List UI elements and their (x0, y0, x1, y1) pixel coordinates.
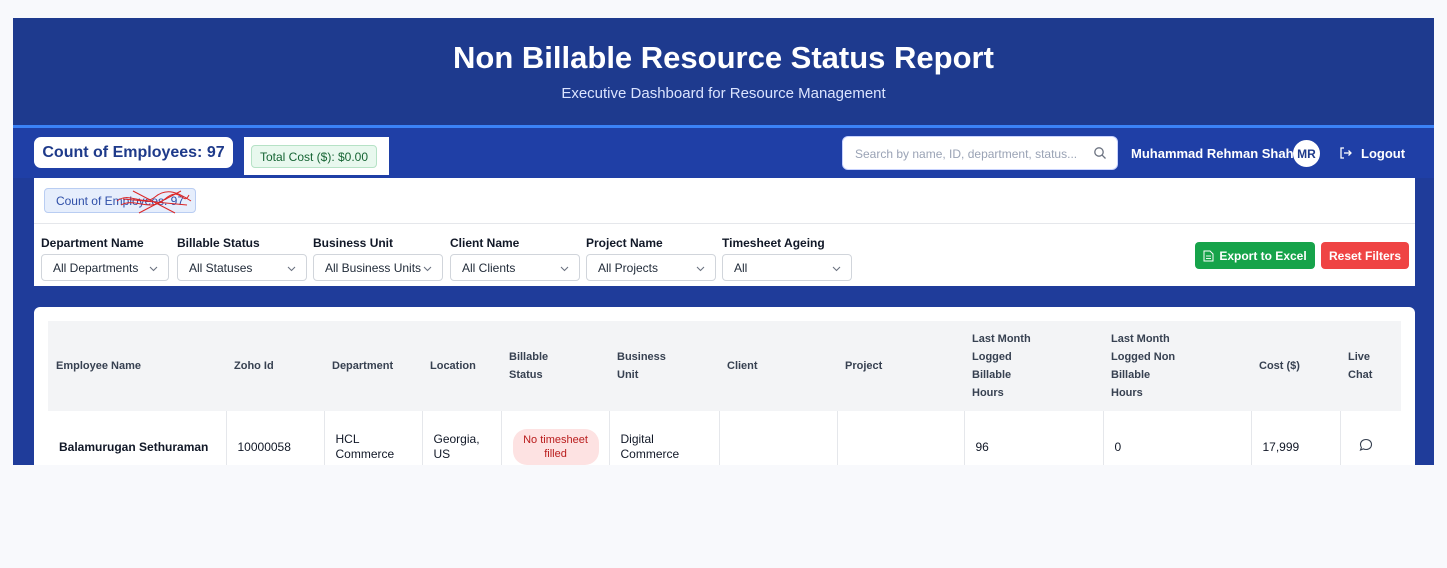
chevron-down-icon (423, 266, 432, 272)
avatar[interactable]: MR (1293, 140, 1320, 167)
column-header[interactable]: Client (719, 321, 837, 411)
department-select[interactable]: All Departments (41, 254, 169, 281)
resource-table: Employee Name Zoho Id Department Locatio… (48, 321, 1401, 465)
chat-bubble-icon[interactable] (1359, 438, 1373, 452)
employee-count-tag: Count of Employees: 97 (44, 188, 196, 214)
column-header[interactable]: Last Month Logged Non Billable Hours (1103, 321, 1251, 411)
logout-icon (1340, 147, 1352, 159)
column-header[interactable]: Employee Name (48, 321, 226, 411)
live-chat-cell (1339, 411, 1401, 465)
employee-name-cell[interactable]: Balamurugan Sethuraman (48, 411, 226, 465)
chevron-down-icon (149, 266, 158, 272)
logout-button[interactable]: Logout (1339, 144, 1405, 162)
filter-divider (34, 223, 1415, 224)
column-header[interactable]: Live Chat (1340, 321, 1401, 411)
search-box[interactable] (842, 136, 1118, 170)
table-row[interactable]: Balamurugan Sethuraman 10000058 HCL Comm… (48, 411, 1401, 465)
column-header[interactable]: Billable Status (501, 321, 609, 411)
column-header[interactable]: Business Unit (609, 321, 719, 411)
chevron-down-icon (832, 266, 841, 272)
business-unit-filter: Business Unit All Business Units (313, 236, 443, 281)
billable-hours-cell: 96 (963, 411, 1103, 465)
column-header[interactable]: Department (324, 321, 422, 411)
user-name: Muhammad Rehman Shahid (1131, 146, 1306, 161)
timesheet-ageing-filter-label: Timesheet Ageing (722, 236, 825, 250)
excel-file-icon (1203, 250, 1214, 261)
business-unit-cell: Digital Commerce (608, 411, 719, 465)
business-unit-filter-label: Business Unit (313, 236, 394, 250)
project-cell (836, 411, 964, 465)
project-select[interactable]: All Projects (586, 254, 716, 281)
department-cell: HCL Commerce (323, 411, 422, 465)
total-cost-container: Total Cost ($): $0.00 (244, 137, 389, 175)
non-billable-hours-cell: 0 (1102, 411, 1251, 465)
column-header[interactable]: Last Month Logged Billable Hours (964, 321, 1103, 411)
billable-status-select-value: All Statuses (189, 260, 253, 275)
filter-panel: Count of Employees: 97 Department Name A… (34, 178, 1415, 286)
business-unit-select-value: All Business Units (325, 260, 422, 275)
client-select-value: All Clients (462, 260, 516, 275)
location-cell: Georgia, US (421, 411, 501, 465)
reset-filters-button[interactable]: Reset Filters (1321, 242, 1409, 269)
client-filter-label: Client Name (450, 236, 520, 250)
business-unit-select[interactable]: All Business Units (313, 254, 443, 281)
employee-count-badge: Count of Employees: 97 (34, 137, 233, 168)
billable-status-select[interactable]: All Statuses (177, 254, 307, 281)
billable-status-filter: Billable Status All Statuses (177, 236, 307, 281)
department-filter: Department Name All Departments (41, 236, 169, 281)
report-header: Non Billable Resource Status Report Exec… (13, 18, 1434, 126)
project-select-value: All Projects (598, 260, 659, 275)
timesheet-ageing-select[interactable]: All (722, 254, 852, 281)
status-badge: No timesheet filled (512, 429, 599, 465)
page-title: Non Billable Resource Status Report (453, 40, 994, 75)
export-excel-button[interactable]: Export to Excel (1195, 242, 1315, 269)
project-filter-label: Project Name (586, 236, 663, 250)
timesheet-ageing-select-value: All (734, 260, 748, 275)
column-header[interactable]: Project (837, 321, 964, 411)
column-header[interactable]: Cost ($) (1251, 321, 1340, 411)
department-select-value: All Departments (53, 260, 139, 275)
logout-label: Logout (1361, 145, 1406, 161)
client-filter: Client Name All Clients (450, 236, 580, 281)
results-table-card: Employee Name Zoho Id Department Locatio… (34, 307, 1415, 465)
zoho-id-cell: 10000058 (225, 411, 324, 465)
client-cell (718, 411, 837, 465)
chevron-down-icon (560, 266, 569, 272)
top-toolbar: Count of Employees: 97 Total Cost ($): $… (13, 128, 1434, 178)
search-input[interactable] (855, 145, 1085, 163)
chevron-down-icon (287, 266, 296, 272)
column-header[interactable]: Location (422, 321, 501, 411)
dashboard-page: Non Billable Resource Status Report Exec… (13, 18, 1434, 465)
timesheet-ageing-filter: Timesheet Ageing All (722, 236, 852, 281)
billable-status-cell: No timesheet filled (500, 411, 609, 465)
cost-cell: 17,999 (1250, 411, 1340, 465)
department-filter-label: Department Name (41, 236, 144, 250)
search-icon[interactable] (1093, 146, 1107, 160)
export-excel-label: Export to Excel (1219, 248, 1307, 263)
table-header-row: Employee Name Zoho Id Department Locatio… (48, 321, 1401, 411)
client-select[interactable]: All Clients (450, 254, 580, 281)
total-cost-badge: Total Cost ($): $0.00 (251, 145, 377, 168)
chevron-down-icon (696, 266, 705, 272)
billable-status-filter-label: Billable Status (177, 236, 260, 250)
column-header[interactable]: Zoho Id (226, 321, 324, 411)
scribble-annotation (116, 190, 192, 214)
project-filter: Project Name All Projects (586, 236, 716, 281)
page-subtitle: Executive Dashboard for Resource Managem… (561, 85, 886, 102)
